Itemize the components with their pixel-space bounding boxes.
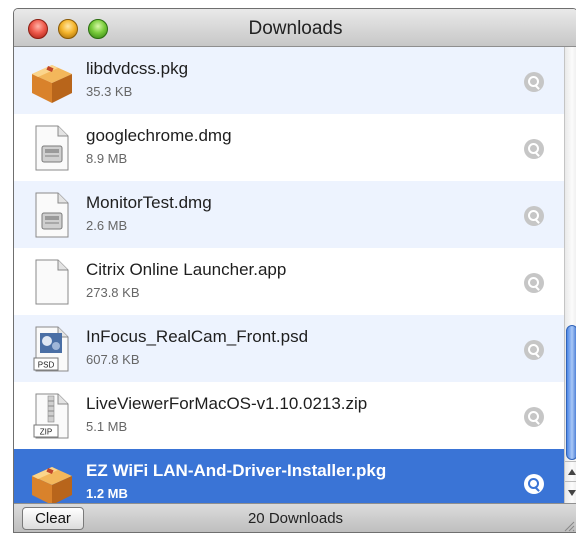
bottom-bar: Clear 20 Downloads (14, 503, 576, 532)
download-row[interactable]: googlechrome.dmg 8.9 MB (14, 114, 564, 181)
reveal-in-finder-icon[interactable] (524, 407, 544, 427)
download-row[interactable]: PSD InFocus_RealCam_Front.psd 607.8 KB (14, 315, 564, 382)
download-row[interactable]: ZIP LiveViewerForMacOS-v1.10.0213.zip 5.… (14, 382, 564, 449)
download-count: 20 Downloads (247, 510, 344, 527)
disk-image-icon (30, 191, 74, 239)
reveal-in-finder-icon[interactable] (524, 273, 544, 293)
file-size: 2.6 MB (86, 218, 128, 233)
download-row[interactable]: libdvdcss.pkg 35.3 KB (14, 47, 564, 114)
download-row-selected[interactable]: EZ WiFi LAN-And-Driver-Installer.pkg 1.2… (14, 449, 564, 503)
file-name: LiveViewerForMacOS-v1.10.0213.zip (86, 394, 368, 413)
file-name: Citrix Online Launcher.app (86, 260, 287, 279)
reveal-in-finder-icon[interactable] (524, 206, 544, 226)
psd-badge: PSD (38, 361, 55, 370)
file-size: 607.8 KB (86, 352, 140, 367)
scroll-up-arrow-icon[interactable] (565, 461, 576, 482)
reveal-in-finder-icon[interactable] (524, 340, 544, 360)
title-bar[interactable]: Downloads (14, 9, 576, 47)
file-size: 35.3 KB (86, 84, 133, 99)
file-size: 5.1 MB (86, 419, 128, 434)
reveal-in-finder-icon[interactable] (524, 139, 544, 159)
downloads-window: Downloads libdvdcss.pkg 35.3 KB googlech… (13, 8, 576, 533)
file-name: libdvdcss.pkg (86, 59, 189, 78)
package-icon (30, 459, 74, 503)
document-icon (30, 258, 74, 306)
file-name: googlechrome.dmg (86, 126, 232, 145)
disk-image-icon (30, 124, 74, 172)
vertical-scrollbar[interactable] (564, 47, 576, 503)
downloads-list: libdvdcss.pkg 35.3 KB googlechrome.dmg 8… (14, 47, 564, 503)
download-row[interactable]: Citrix Online Launcher.app 273.8 KB (14, 248, 564, 315)
psd-file-icon: PSD (30, 325, 74, 373)
resize-grip-icon[interactable] (563, 520, 575, 532)
file-size: 273.8 KB (86, 285, 140, 300)
reveal-in-finder-icon[interactable] (524, 72, 544, 92)
file-name: EZ WiFi LAN-And-Driver-Installer.pkg (86, 461, 387, 480)
download-row[interactable]: MonitorTest.dmg 2.6 MB (14, 181, 564, 248)
file-size: 1.2 MB (86, 486, 128, 501)
zip-file-icon: ZIP (30, 392, 74, 440)
package-icon (30, 57, 74, 105)
window-title: Downloads (248, 18, 343, 39)
file-size: 8.9 MB (86, 151, 128, 166)
file-name: MonitorTest.dmg (86, 193, 212, 212)
scroll-down-arrow-icon[interactable] (565, 481, 576, 504)
reveal-in-finder-icon[interactable] (524, 474, 544, 494)
file-name: InFocus_RealCam_Front.psd (86, 327, 309, 346)
scrollbar-thumb[interactable] (566, 325, 576, 460)
zip-badge: ZIP (40, 428, 52, 437)
